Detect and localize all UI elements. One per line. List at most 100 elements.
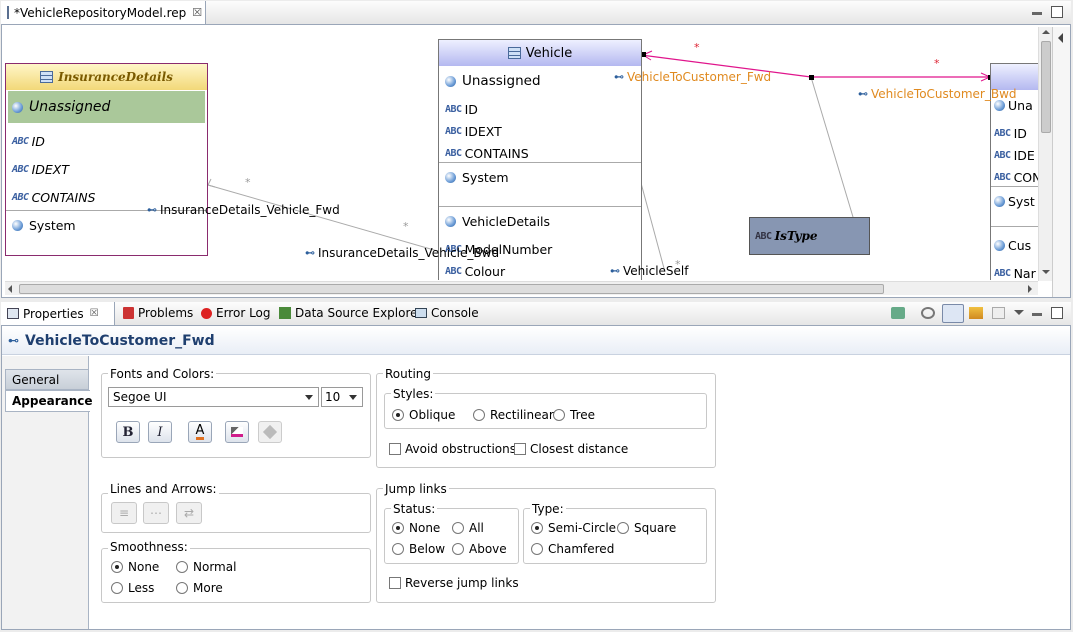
horizontal-scroll-thumb[interactable] [19,284,884,294]
link-icon: ⊷ [614,71,624,83]
status-below-radio[interactable]: Below [392,542,445,556]
line-color-button[interactable] [258,421,282,443]
ref-label: VehicleDetails [462,213,551,229]
radio-icon [392,543,404,555]
edge-label-ins-fwd[interactable]: ⊷ InsuranceDetails_Vehicle_Fwd [147,203,340,217]
smoothness-normal-radio[interactable]: Normal [176,560,236,574]
console-icon [415,308,427,318]
style-tree-radio[interactable]: Tree [553,408,595,422]
view-menu-icon[interactable] [1014,310,1024,315]
italic-button[interactable]: I [148,421,172,443]
scroll-right-arrow[interactable] [1028,285,1032,293]
smoothness-title: Smoothness: [108,540,190,554]
avoid-obstructions-checkbox[interactable]: Avoid obstructions [389,442,516,456]
option-label: None [128,560,160,574]
horizontal-scrollbar[interactable] [5,281,1038,295]
restore-defaults-icon[interactable] [992,307,1005,319]
filter-icon[interactable] [969,307,983,319]
minimize-icon[interactable] [1032,12,1042,15]
tab-console[interactable]: Console [409,302,485,324]
side-tab-appearance[interactable]: Appearance [5,390,93,412]
smoothness-none-radio[interactable]: None [111,560,159,574]
status-all-radio[interactable]: All [452,521,484,535]
attr-row: ABC ID [994,124,1027,142]
error-log-icon [201,307,212,319]
close-icon[interactable]: ☒ [90,308,99,319]
ball-icon [445,215,456,227]
minimize-icon[interactable] [1032,313,1042,316]
fill-color-button[interactable] [225,421,249,443]
vertical-scrollbar[interactable] [1038,27,1052,281]
node-title: Vehicle [525,45,573,61]
tab-error-log[interactable]: Error Log [195,302,277,324]
type-semicircle-radio[interactable]: Semi-Circle [531,521,616,535]
editor-tab[interactable]: *VehicleRepositoryModel.rep ☒ [1,1,206,24]
tab-data-source-explorer[interactable]: Data Source Explorer [273,302,428,324]
type-square-radio[interactable]: Square [617,521,676,535]
diagram-canvas[interactable]: * * * * * InsuranceDetails Unassigned AB… [5,27,1039,280]
edge-label-veh-cust-bwd[interactable]: ⊷ VehicleToCustomer_Bwd [858,87,1017,101]
bold-button[interactable]: B [116,421,140,443]
font-name-select[interactable]: Segoe UI [108,387,319,407]
table-icon [507,47,521,59]
smoothness-more-radio[interactable]: More [176,581,223,595]
scroll-up-arrow[interactable] [1042,30,1050,34]
maximize-icon[interactable] [1051,307,1063,319]
ball-icon [12,101,23,113]
radio-icon [553,409,565,421]
closest-distance-checkbox[interactable]: Closest distance [514,442,628,456]
properties-view: Properties ☒ Problems Error Log Data Sou… [1,302,1071,630]
paint-bucket-icon [262,424,278,440]
table-icon [40,71,54,83]
system-label: System [29,217,76,233]
font-size-select[interactable]: 10 [321,387,363,407]
radio-icon [531,543,543,555]
status-none-radio[interactable]: None [392,521,440,535]
side-tab-general[interactable]: General [5,369,89,390]
ball-icon [12,219,23,231]
pin-icon[interactable] [891,307,905,319]
scroll-down-arrow[interactable] [1042,270,1050,274]
tab-problems[interactable]: Problems [117,302,199,324]
checkbox-icon [389,443,401,455]
maximize-icon[interactable] [1051,6,1063,18]
status-above-radio[interactable]: Above [452,542,507,556]
styles-title: Styles: [391,387,436,401]
smoothness-less-radio[interactable]: Less [111,581,154,595]
attr-row: ABC ID [12,132,45,150]
abc-icon: ABC [994,171,1011,183]
istype-node[interactable]: ABC IsType [749,217,870,255]
style-rectilinear-radio[interactable]: Rectilinear [473,408,554,422]
arrow-style-button: ⇄ [176,502,202,524]
attr-label: IDEXT [31,161,69,177]
edge-label-veh-cust-fwd[interactable]: ⊷ VehicleToCustomer_Fwd [614,70,771,84]
radio-icon [176,561,188,573]
palette-toggle-icon[interactable] [1058,33,1063,43]
insurance-details-node[interactable]: InsuranceDetails Unassigned ABC ID ABC IDE… [5,63,208,256]
view-tabbar: Properties ☒ Problems Error Log Data Sou… [1,302,1071,326]
edge-label-veh-self[interactable]: ⊷ VehicleSelf [610,264,688,278]
unassigned-label: Unassigned [29,99,111,115]
tab-properties[interactable]: Properties ☒ [1,302,115,325]
divider [991,226,1039,227]
font-color-button[interactable]: A [188,421,212,443]
attr-label: IDE [1013,147,1035,163]
side-tab-label: General [12,372,60,387]
categories-icon[interactable] [942,304,964,323]
properties-title: ⊷ VehicleToCustomer_Fwd [2,327,1070,355]
type-chamfered-radio[interactable]: Chamfered [531,542,614,556]
vertical-scroll-thumb[interactable] [1041,41,1051,133]
edge-label-ins-bwd[interactable]: ⊷ InsuranceDetails_Vehicle_Bwd [305,246,499,260]
link-icon: ⊷ [305,247,315,259]
reverse-jump-links-checkbox[interactable]: Reverse jump links [389,576,519,590]
scroll-left-arrow[interactable] [8,285,12,293]
style-oblique-radio[interactable]: Oblique [392,408,455,422]
attr-label: CONTAINS [464,145,529,161]
link-selection-icon[interactable] [921,307,935,319]
properties-icon [7,308,19,319]
vehicle-node[interactable]: Vehicle Unassigned ABC ID ABC IDEXT ABC CON… [438,39,642,280]
system-label: Syst [1008,193,1035,209]
link-icon: ⊷ [8,334,19,347]
option-label: More [193,581,223,595]
close-icon[interactable]: ☒ [192,6,202,19]
